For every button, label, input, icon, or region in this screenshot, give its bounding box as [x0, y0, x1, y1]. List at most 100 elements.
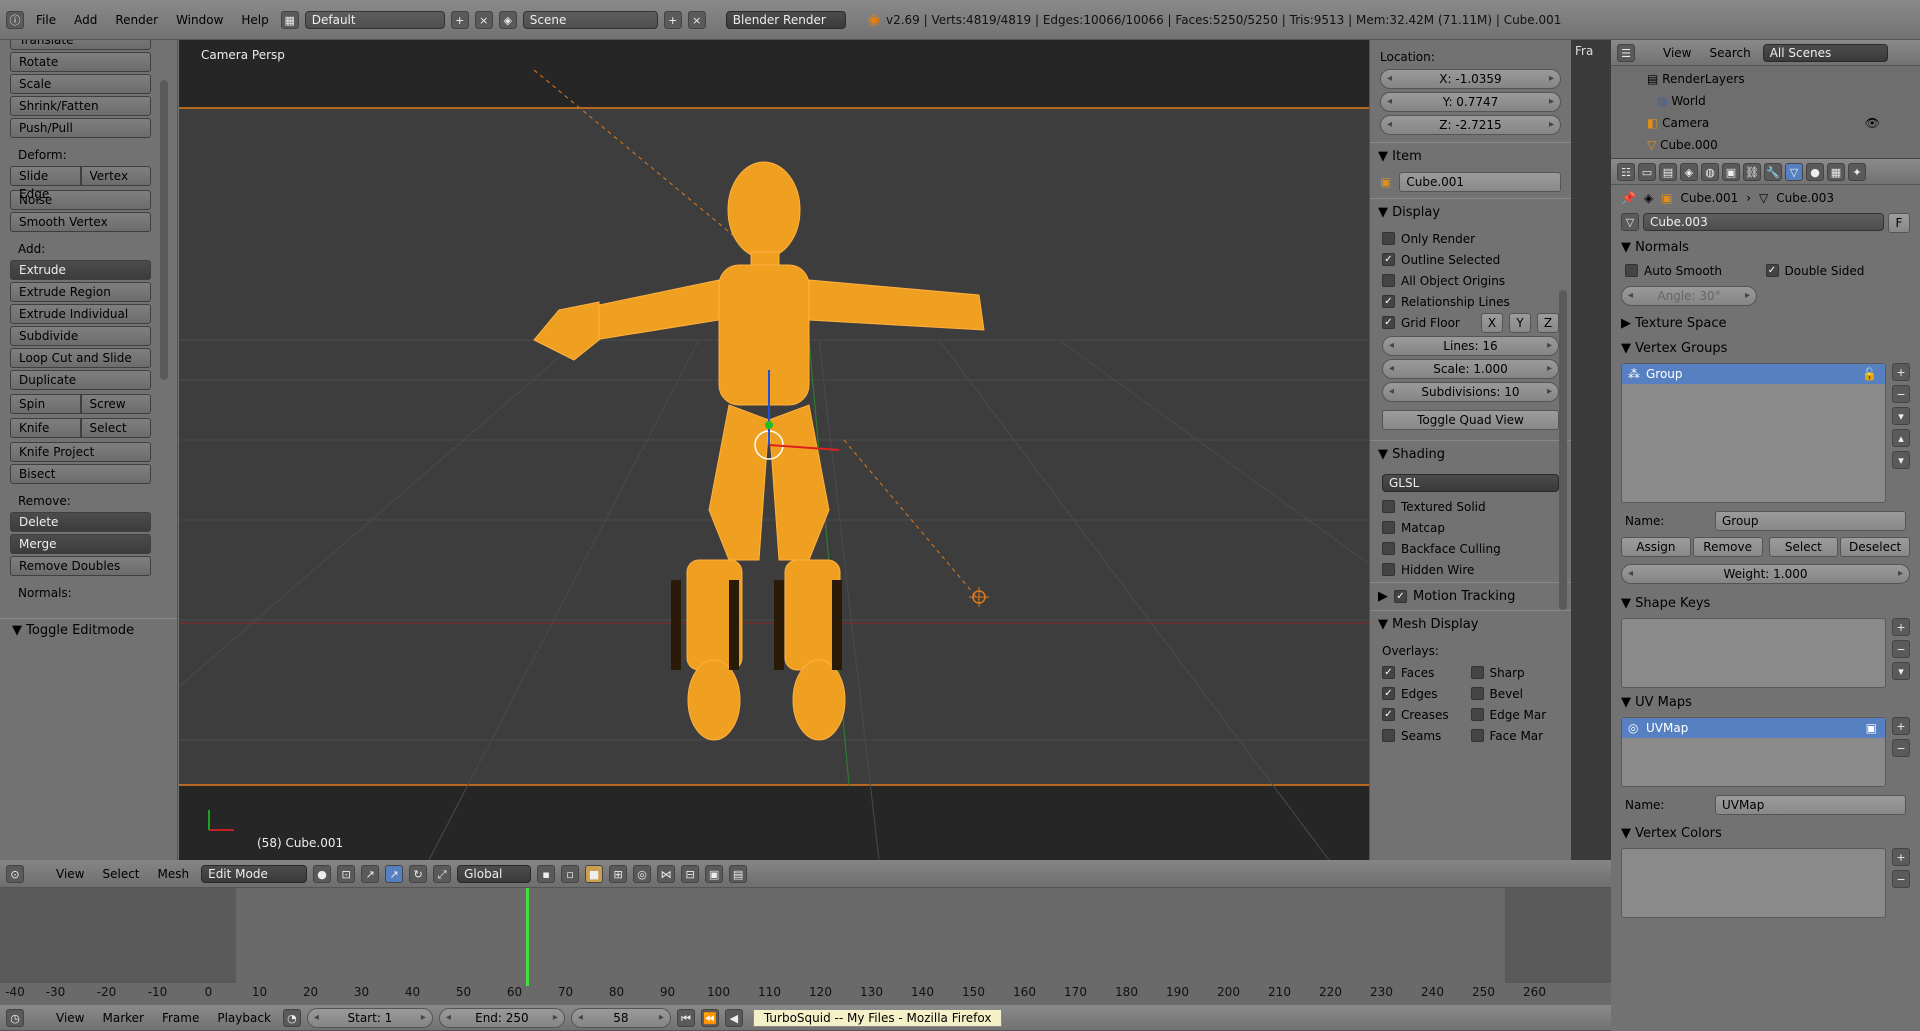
properties-editor-icon[interactable]: ☷ — [1617, 162, 1635, 181]
face-marks-checkbox[interactable] — [1470, 729, 1484, 742]
add-uv-map-icon[interactable]: + — [1892, 717, 1910, 735]
translate-manipulator-icon[interactable]: ↗ — [385, 864, 404, 883]
grid-lines-field[interactable]: Lines: 16 — [1382, 336, 1559, 356]
subdivide-button[interactable]: Subdivide — [10, 326, 151, 346]
faces-checkbox[interactable]: ✓ — [1382, 666, 1395, 679]
mode-dropdown[interactable]: Edit Mode — [201, 864, 308, 883]
info-editor-icon[interactable]: ⓘ — [6, 10, 24, 29]
timeline[interactable]: -40 -30 -20 -10 0 10 20 30 40 50 60 70 8… — [0, 888, 1611, 1005]
location-x-field[interactable]: X: -1.0359 — [1380, 69, 1561, 89]
preview-range-icon[interactable]: ◔ — [282, 1008, 301, 1027]
scale-button[interactable]: Scale — [10, 74, 151, 94]
lock-icon[interactable]: 🔓 — [1862, 364, 1877, 384]
location-z-field[interactable]: Z: -2.7215 — [1380, 115, 1561, 135]
toolshelf-scrollbar[interactable] — [160, 80, 168, 380]
bisect-button[interactable]: Bisect — [10, 464, 151, 484]
translate-button[interactable]: Translate — [10, 40, 151, 50]
remove-button[interactable]: Remove — [1692, 537, 1763, 557]
item-name-field[interactable]: Cube.001 — [1399, 172, 1561, 192]
only-render-checkbox[interactable] — [1382, 232, 1395, 245]
display-panel-header[interactable]: ▼ Display — [1370, 198, 1571, 226]
bevel-checkbox[interactable] — [1470, 687, 1484, 700]
outliner-item-world[interactable]: ◍ World — [1647, 90, 1920, 112]
backface-culling-checkbox[interactable] — [1382, 542, 1395, 555]
rotate-button[interactable]: Rotate — [10, 52, 151, 72]
remove-vertex-group-icon[interactable]: − — [1892, 385, 1910, 403]
delete-dropdown[interactable]: Delete — [10, 512, 151, 532]
render-layers-tab-icon[interactable]: ▤ — [1659, 162, 1677, 181]
fake-user-button[interactable]: F — [1888, 213, 1910, 233]
constraints-tab-icon[interactable]: ⛓ — [1743, 162, 1761, 181]
object-tab-icon[interactable]: ▣ — [1722, 162, 1740, 181]
add-vertex-color-icon[interactable]: + — [1892, 848, 1910, 866]
toggle-quad-view-button[interactable]: Toggle Quad View — [1382, 410, 1559, 430]
vertex-colors-panel-header[interactable]: ▼ Vertex Colors — [1611, 821, 1920, 846]
noise-button[interactable]: Noise — [10, 190, 151, 210]
viewport-shading-icon[interactable]: ● — [313, 864, 332, 883]
uv-map-item[interactable]: ◎ UVMap ▣ — [1622, 718, 1885, 738]
vertex-select-icon[interactable]: ▪ — [537, 864, 556, 883]
limit-selection-icon[interactable]: ⊞ — [609, 864, 628, 883]
current-frame-line[interactable] — [526, 888, 529, 986]
remove-scene-icon[interactable]: × — [687, 10, 706, 29]
extrude-dropdown[interactable]: Extrude — [10, 260, 151, 280]
outliner-item-camera[interactable]: ◧ Camera 👁 — [1647, 112, 1920, 134]
mesh-display-panel-header[interactable]: ▼ Mesh Display — [1370, 610, 1571, 638]
weight-field[interactable]: Weight: 1.000 — [1621, 564, 1910, 584]
vertex-groups-panel-header[interactable]: ▼ Vertex Groups — [1611, 336, 1920, 361]
matcap-checkbox[interactable] — [1382, 521, 1395, 534]
knife-select-button[interactable]: Select — [80, 418, 151, 438]
outliner-item-renderlayers[interactable]: ▤ RenderLayers — [1647, 68, 1920, 90]
menu-render[interactable]: Render — [109, 13, 164, 27]
texture-tab-icon[interactable]: ▦ — [1827, 162, 1845, 181]
add-shape-key-icon[interactable]: + — [1892, 618, 1910, 636]
screw-button[interactable]: Screw — [80, 394, 151, 414]
layout-selector[interactable]: Default — [304, 10, 445, 29]
orientation-dropdown[interactable]: Global — [457, 864, 532, 883]
item-panel-header[interactable]: ▼ Item — [1370, 142, 1571, 170]
scene-tab-icon[interactable]: ◈ — [1680, 162, 1698, 181]
editor-type-icon[interactable]: ⊙ — [6, 864, 24, 883]
edge-select-icon[interactable]: ▫ — [561, 864, 580, 883]
material-tab-icon[interactable]: ● — [1806, 162, 1824, 181]
vp-menu-view[interactable]: View — [50, 867, 90, 881]
menu-window[interactable]: Window — [170, 13, 229, 27]
shape-key-specials-icon[interactable]: ▾ — [1892, 662, 1910, 680]
move-up-icon[interactable]: ▴ — [1892, 429, 1910, 447]
outline-selected-checkbox[interactable]: ✓ — [1382, 253, 1395, 266]
outliner-scope-dropdown[interactable]: All Scenes — [1762, 43, 1888, 62]
outliner-item-cube000[interactable]: ▽ Cube.000 — [1647, 134, 1920, 156]
all-object-origins-checkbox[interactable] — [1382, 274, 1395, 287]
world-tab-icon[interactable]: ◍ — [1701, 162, 1719, 181]
remove-vertex-color-icon[interactable]: − — [1892, 870, 1910, 888]
render-engine-dropdown[interactable]: Blender Render — [725, 10, 846, 29]
timeline-editor-icon[interactable]: ◷ — [6, 1008, 24, 1027]
uv-render-icon[interactable]: ▣ — [1866, 718, 1877, 738]
grid-subdivisions-field[interactable]: Subdivisions: 10 — [1382, 382, 1559, 402]
creases-checkbox[interactable]: ✓ — [1382, 708, 1395, 721]
loop-cut-button[interactable]: Loop Cut and Slide — [10, 348, 151, 368]
scene-icon[interactable]: ◈ — [498, 10, 517, 29]
texture-space-panel-header[interactable]: ▶ Texture Space — [1611, 311, 1920, 336]
duplicate-button[interactable]: Duplicate — [10, 370, 151, 390]
motion-tracking-panel-header[interactable]: ▶ ✓ Motion Tracking — [1370, 582, 1571, 610]
textured-solid-checkbox[interactable] — [1382, 500, 1395, 513]
proportional-edit-icon[interactable]: ◎ — [633, 864, 652, 883]
remove-doubles-button[interactable]: Remove Doubles — [10, 556, 151, 576]
snap-element-icon[interactable]: ⊟ — [681, 864, 700, 883]
add-layout-icon[interactable]: + — [450, 10, 469, 29]
uv-maps-panel-header[interactable]: ▼ UV Maps — [1611, 690, 1920, 715]
remove-layout-icon[interactable]: × — [474, 10, 493, 29]
remove-shape-key-icon[interactable]: − — [1892, 640, 1910, 658]
play-reverse-icon[interactable]: ◀ — [724, 1008, 743, 1027]
tl-menu-frame[interactable]: Frame — [156, 1011, 205, 1025]
menu-add[interactable]: Add — [68, 13, 103, 27]
relationship-lines-checkbox[interactable]: ✓ — [1382, 295, 1395, 308]
extrude-region-button[interactable]: Extrude Region — [10, 282, 151, 302]
grid-scale-field[interactable]: Scale: 1.000 — [1382, 359, 1559, 379]
tl-menu-marker[interactable]: Marker — [96, 1011, 149, 1025]
start-frame-field[interactable]: Start: 1 — [306, 1007, 433, 1028]
outliner-menu-search[interactable]: Search — [1703, 46, 1756, 60]
uv-maps-list[interactable]: ◎ UVMap ▣ — [1621, 717, 1886, 787]
mesh-data-tab-icon[interactable]: ▽ — [1785, 162, 1803, 181]
